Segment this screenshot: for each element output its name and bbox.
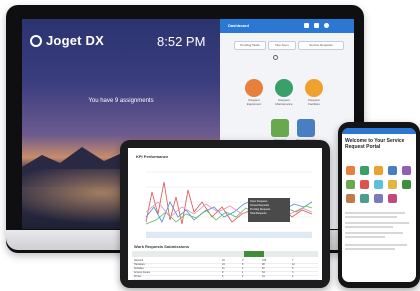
table-cell: 12 bbox=[292, 263, 295, 266]
document-icon[interactable] bbox=[388, 180, 397, 189]
table-cell: Access Issues bbox=[134, 271, 150, 274]
text-line bbox=[345, 216, 397, 218]
facilities-icon[interactable] bbox=[374, 166, 383, 175]
maintenance-icon[interactable] bbox=[360, 166, 369, 175]
items-icon[interactable] bbox=[346, 180, 355, 189]
portal-heading: Welcome to Your Service Request Portal bbox=[345, 138, 405, 150]
table-cell: 24 bbox=[222, 263, 225, 266]
assignments-message[interactable]: You have 9 assignments bbox=[22, 98, 220, 104]
text-line bbox=[345, 248, 395, 250]
tile-request-facilities[interactable]: Request Facilities bbox=[304, 79, 324, 106]
clock: 8:52 PM bbox=[157, 34, 206, 49]
kpi-line-chart[interactable] bbox=[132, 162, 318, 240]
table-header bbox=[132, 251, 318, 257]
table-cell: 3 bbox=[292, 271, 294, 274]
table-cell: 8 bbox=[242, 263, 244, 266]
user-icon[interactable] bbox=[324, 23, 329, 28]
table-cell: Hardware bbox=[134, 263, 145, 266]
table-cell: Printer bbox=[134, 275, 142, 278]
tile-label: Request Equipment bbox=[246, 98, 262, 106]
table-cell: 5 bbox=[292, 267, 294, 270]
table-cell: 7 bbox=[292, 259, 294, 262]
network-icon[interactable] bbox=[374, 180, 383, 189]
hr-icon[interactable] bbox=[374, 194, 383, 203]
equipment-icon bbox=[245, 79, 263, 97]
items-icon bbox=[297, 119, 315, 137]
table-cell: 6 bbox=[222, 275, 224, 278]
message-icon[interactable] bbox=[314, 23, 319, 28]
table-cell: 64 bbox=[262, 271, 265, 274]
table-row[interactable]: Printer 6 2 41 4 bbox=[132, 275, 318, 280]
range-selector bbox=[146, 232, 312, 238]
text-line bbox=[345, 236, 385, 238]
text-line bbox=[345, 232, 403, 234]
facilities-icon bbox=[305, 79, 323, 97]
table-cell: 4 bbox=[292, 275, 294, 278]
notification-icon[interactable] bbox=[304, 23, 309, 28]
support-icon[interactable] bbox=[388, 166, 397, 175]
table-cell: Software bbox=[134, 267, 144, 270]
building-icon[interactable] bbox=[360, 194, 369, 203]
joget-logo-icon bbox=[30, 35, 42, 47]
tablet-screen: KPI Performance Open Requests Closed Req… bbox=[128, 148, 322, 280]
maintenance-icon bbox=[275, 79, 293, 97]
table-header-highlight bbox=[244, 251, 264, 257]
table-cell: 2 bbox=[242, 275, 244, 278]
table-cell: 3 bbox=[242, 259, 244, 262]
tablet: KPI Performance Open Requests Closed Req… bbox=[120, 140, 330, 288]
text-line bbox=[345, 244, 407, 246]
tab-bar: Pending Tasks Due Soon Service Requests bbox=[234, 41, 350, 50]
phone-header bbox=[342, 128, 416, 134]
tile-request-maintenance[interactable]: Request Maintenance bbox=[274, 79, 294, 106]
table-title: Work Requests Submissions bbox=[134, 244, 190, 249]
tile-label: Request Maintenance bbox=[275, 98, 293, 106]
brand-name: Joget DX bbox=[46, 33, 104, 48]
tab-due-soon[interactable]: Due Soon bbox=[268, 41, 296, 50]
chart-title: KPI Performance bbox=[136, 154, 169, 159]
equipment-icon[interactable] bbox=[346, 166, 355, 175]
table-cell: 87 bbox=[262, 267, 265, 270]
table-cell: Network bbox=[134, 259, 144, 262]
table-cell: 1 bbox=[242, 271, 244, 274]
tooltip-line: Total Requests bbox=[250, 212, 267, 215]
text-line bbox=[345, 226, 393, 228]
search-icon[interactable] bbox=[273, 55, 278, 60]
tab-service-requests[interactable]: Service Requests bbox=[298, 41, 344, 50]
table-cell: 16 bbox=[222, 259, 225, 262]
phone: Welcome to Your Service Request Portal bbox=[338, 122, 420, 288]
app-header: Dashboard bbox=[220, 19, 354, 33]
table-cell: 105 bbox=[262, 259, 267, 262]
table-cell: 11 bbox=[222, 267, 225, 270]
finance-icon[interactable] bbox=[402, 180, 411, 189]
transport-icon[interactable] bbox=[346, 194, 355, 203]
tile-request-items[interactable]: Request Items bbox=[296, 119, 316, 143]
event-icon[interactable] bbox=[388, 194, 397, 203]
text-line bbox=[345, 222, 409, 224]
support-icon bbox=[271, 119, 289, 137]
tile-request-equipment[interactable]: Request Equipment bbox=[244, 79, 264, 106]
security-icon[interactable] bbox=[360, 180, 369, 189]
tab-pending-tasks[interactable]: Pending Tasks bbox=[234, 41, 266, 50]
app-title: Dashboard bbox=[228, 23, 249, 28]
tile-label: Request Facilities bbox=[308, 98, 320, 106]
table-cell: 2 bbox=[242, 267, 244, 270]
table-cell: 41 bbox=[262, 275, 265, 278]
table-cell: 98 bbox=[262, 263, 265, 266]
phone-screen: Welcome to Your Service Request Portal bbox=[342, 128, 416, 282]
chart-tooltip: Open Requests Closed Requests Pending Re… bbox=[248, 198, 290, 222]
table-cell: 9 bbox=[222, 271, 224, 274]
text-line bbox=[345, 212, 405, 214]
it-icon[interactable] bbox=[402, 166, 411, 175]
